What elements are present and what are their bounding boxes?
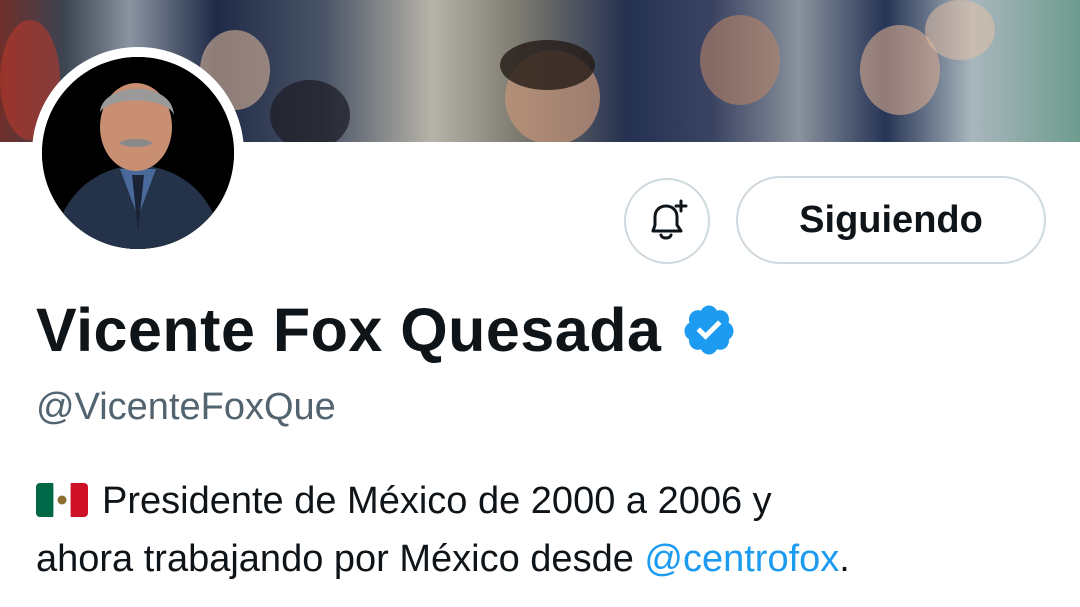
bio-text-line-1: Presidente de México de 2000 a 2006 y [102,480,772,522]
bio-text-line-2: ahora trabajando por México desde [36,538,645,580]
bio-line-1: Presidente de México de 2000 a 2006 y [36,472,1066,530]
bio-text-line-2-end: . [839,538,850,580]
following-button[interactable]: Siguiendo [736,176,1046,264]
bell-plus-icon [651,199,688,240]
bio-line-2: ahora trabajando por México desde @centr… [36,530,1066,588]
notifications-button[interactable] [624,178,710,264]
profile-bio: Presidente de México de 2000 a 2006 y ah… [36,472,1066,588]
display-name-row: Vicente Fox Quesada [36,292,737,368]
avatar-portrait [42,57,234,249]
user-handle: @VicenteFoxQue [36,386,336,428]
mexico-flag-icon [36,483,88,517]
verified-badge-icon[interactable] [681,302,737,358]
avatar[interactable] [42,57,234,249]
display-name: Vicente Fox Quesada [36,296,662,364]
bio-mention-link[interactable]: @centrofox [644,538,839,580]
following-button-label: Siguiendo [799,198,983,241]
